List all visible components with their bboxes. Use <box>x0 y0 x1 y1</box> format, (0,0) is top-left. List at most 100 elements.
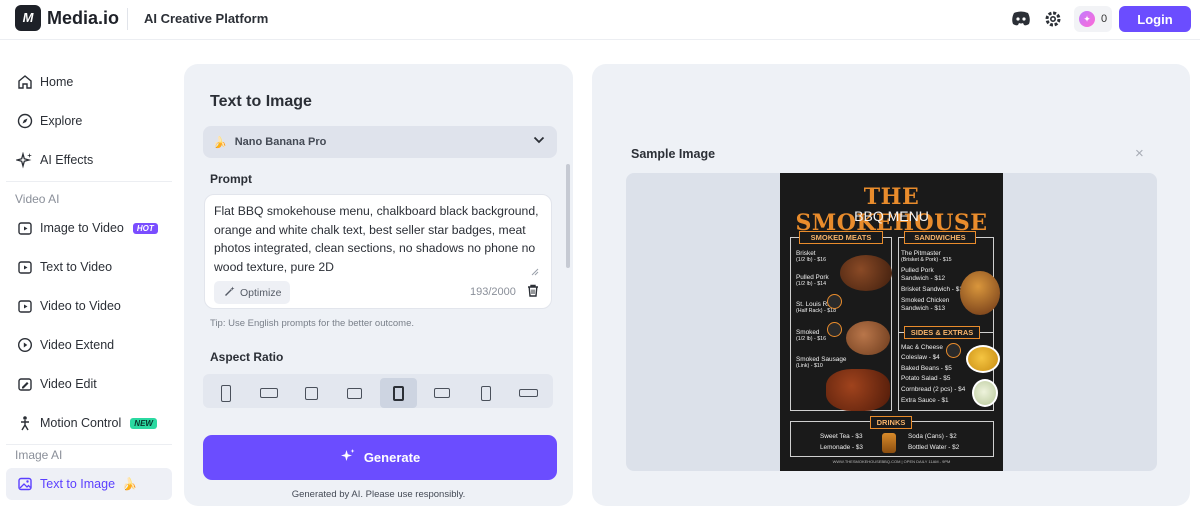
iced-tea-image <box>882 433 896 453</box>
sidebar-item-ai-effects[interactable]: AI Effects <box>6 144 172 176</box>
sample-image-area: THE SMOKEHOUSE BBQ MENU SMOKED MEATS Bri… <box>626 173 1157 471</box>
sample-menu-image[interactable]: THE SMOKEHOUSE BBQ MENU SMOKED MEATS Bri… <box>780 173 1003 471</box>
aspect-ratio-option[interactable] <box>207 378 244 408</box>
sidebar-item-video-to-video[interactable]: Video to Video <box>6 290 172 322</box>
ratio-landscape-icon <box>259 388 278 398</box>
new-badge: NEW <box>130 417 157 429</box>
page-title: Text to Image <box>210 93 312 110</box>
menu-item: Sandwich - $13 <box>901 305 946 312</box>
credits-balance[interactable]: ✦ 0 <box>1074 6 1112 32</box>
optimize-button[interactable]: Optimize <box>214 281 290 304</box>
aspect-ratio-option[interactable] <box>293 378 330 408</box>
menu-item: Bottled Water - $2 <box>908 444 960 451</box>
sidebar-item-home[interactable]: Home <box>6 66 172 98</box>
sides-heading: SIDES & EXTRAS <box>904 326 980 339</box>
mac-cheese-image <box>966 345 1000 373</box>
sidebar-item-explore[interactable]: Explore <box>6 105 172 137</box>
image-to-video-icon <box>16 220 33 237</box>
ratio-3-2-icon <box>433 388 450 398</box>
menu-item: Sweet Tea - $3 <box>820 433 863 440</box>
ratio-square-icon <box>305 386 318 400</box>
menu-item: Mac & Cheese <box>901 344 943 351</box>
aspect-ratio-option[interactable] <box>423 378 460 408</box>
aspect-ratio-label: Aspect Ratio <box>210 350 284 364</box>
video-to-video-icon <box>16 298 33 315</box>
menu-item: Cornbread (2 pcs) - $4 <box>901 386 966 393</box>
sidebar-divider <box>6 181 172 182</box>
menu-item: (1/2 lb) - $14 <box>796 281 827 287</box>
generate-button[interactable]: Generate <box>203 435 557 480</box>
preview-panel: Sample Image × THE SMOKEHOUSE BBQ MENU S… <box>592 64 1190 506</box>
home-icon <box>16 74 33 91</box>
sidebar-item-image-to-video[interactable]: Image to Video HOT <box>6 212 172 244</box>
aspect-ratio-option[interactable] <box>250 378 287 408</box>
menu-item: Sandwich - $12 <box>901 275 946 282</box>
sidebar-item-label: Explore <box>40 114 83 128</box>
aspect-ratio-option[interactable] <box>336 378 373 408</box>
menu-item: Potato Salad - $5 <box>901 375 951 382</box>
logo-text[interactable]: Media.io <box>47 8 119 29</box>
menu-item: Soda (Cans) - $2 <box>908 433 957 440</box>
menu-item: Smoked Chicken <box>901 297 950 304</box>
menu-item: Extra Sauce - $1 <box>901 397 949 404</box>
sidebar-item-label: Video Extend <box>40 338 115 352</box>
ratio-3-4-icon <box>393 385 404 401</box>
menu-subtitle: BBQ MENU <box>854 208 929 224</box>
ratio-2-3-icon <box>480 385 491 401</box>
trash-icon[interactable] <box>527 284 539 302</box>
chevron-down-icon <box>533 135 545 148</box>
model-select-value: Nano Banana Pro <box>234 136 327 148</box>
menu-footer: WWW.THESMOKEHOUSEBBQ.COM | OPEN DAILY 11… <box>832 459 951 464</box>
model-select[interactable]: 🍌 Nano Banana Pro <box>203 126 557 158</box>
optimize-label: Optimize <box>240 286 282 299</box>
close-icon[interactable]: × <box>1135 145 1144 162</box>
sparkle-icon <box>340 448 356 467</box>
sidebar-item-video-extend[interactable]: Video Extend <box>6 329 172 361</box>
menu-item: Coleslaw - $4 <box>901 354 940 361</box>
menu-item: Pulled Pork <box>901 267 934 274</box>
ratio-4-3-icon <box>347 387 362 399</box>
prompt-text[interactable]: Flat BBQ smokehouse menu, chalkboard bla… <box>214 202 544 276</box>
menu-item: (1/2 lb) - $16 <box>796 336 827 342</box>
banana-icon: 🍌 <box>122 477 137 491</box>
sidebar-item-text-to-video[interactable]: Text to Video <box>6 251 172 283</box>
prompt-input[interactable]: Flat BBQ smokehouse menu, chalkboard bla… <box>204 194 552 309</box>
text-to-video-icon <box>16 259 33 276</box>
aspect-ratio-option[interactable] <box>510 378 547 408</box>
sidebar-item-motion-control[interactable]: Motion Control NEW <box>6 407 172 439</box>
logo-mark[interactable]: M <box>15 5 41 31</box>
best-seller-star-badge <box>827 322 842 337</box>
sample-image-label: Sample Image <box>631 147 716 161</box>
model-banana-icon: 🍌 <box>213 136 227 149</box>
settings-gear-icon[interactable] <box>1042 8 1064 30</box>
video-extend-icon <box>16 337 33 354</box>
login-button[interactable]: Login <box>1119 6 1191 32</box>
credits-icon: ✦ <box>1079 11 1095 27</box>
aspect-ratio-option-selected[interactable] <box>380 378 417 408</box>
prompt-tip: Tip: Use English prompts for the better … <box>210 318 414 329</box>
top-header: M Media.io AI Creative Platform ✦ 0 Logi… <box>0 0 1200 40</box>
best-seller-star-badge <box>946 343 961 358</box>
sidebar-item-text-to-image[interactable]: Text to Image 🍌 <box>6 468 172 500</box>
motion-control-icon <box>16 415 33 432</box>
sidebar-item-label: Text to Video <box>40 260 113 274</box>
aspect-ratio-selector <box>203 374 553 408</box>
sparkle-icon <box>16 151 33 169</box>
platform-label: AI Creative Platform <box>144 11 269 26</box>
menu-item: (Half Rack) - $18 <box>796 308 837 314</box>
menu-item: (Link) - $10 <box>796 363 823 369</box>
ai-disclaimer: Generated by AI. Please use responsibly. <box>291 489 466 500</box>
drinks-heading: DRINKS <box>870 416 912 429</box>
resize-handle-icon[interactable] <box>531 263 539 281</box>
sidebar-item-label: Video to Video <box>40 299 121 313</box>
menu-item: Lemonade - $3 <box>820 444 863 451</box>
magic-wand-icon <box>224 286 235 300</box>
hot-badge: HOT <box>132 222 158 234</box>
sidebar-item-video-edit[interactable]: Video Edit <box>6 368 172 400</box>
form-scrollbar[interactable] <box>566 164 570 268</box>
compass-icon <box>16 113 33 130</box>
aspect-ratio-option[interactable] <box>467 378 504 408</box>
discord-icon[interactable] <box>1010 8 1032 30</box>
pulled-pork-image <box>846 321 890 355</box>
generate-label: Generate <box>363 450 421 465</box>
